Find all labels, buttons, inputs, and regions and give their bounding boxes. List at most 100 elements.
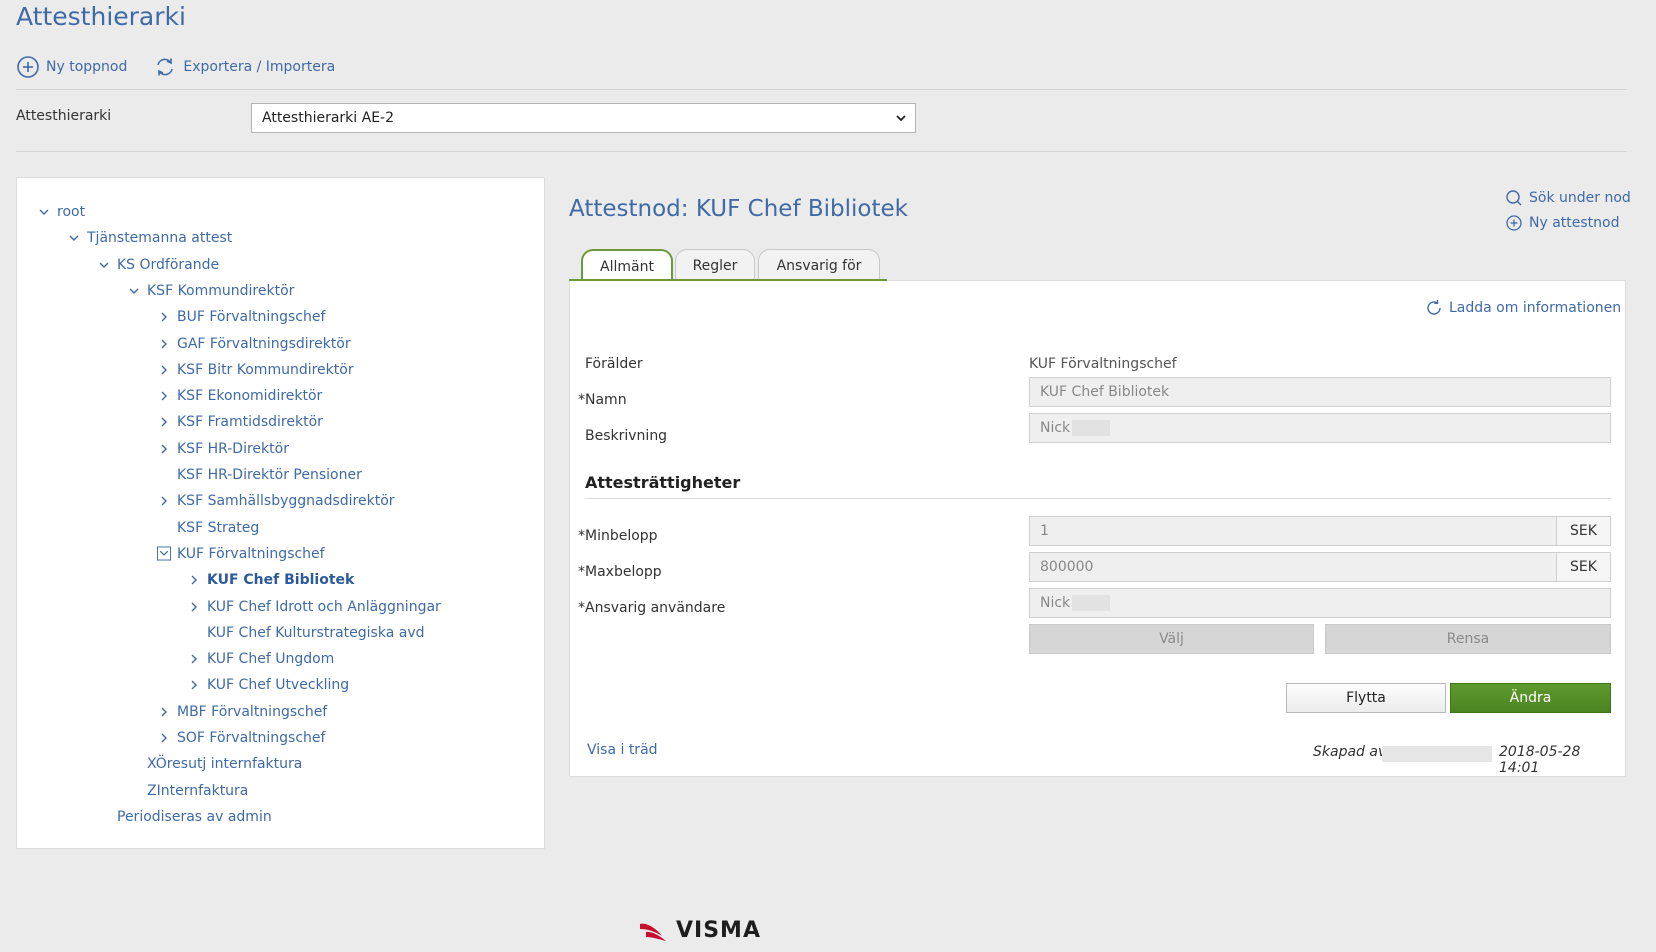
name-field[interactable]: KUF Chef Bibliotek: [1029, 377, 1611, 407]
chevron-right-icon[interactable]: [157, 389, 171, 403]
new-attest-node-link[interactable]: Ny attestnod: [1505, 214, 1620, 232]
chevron-right-icon[interactable]: [187, 652, 201, 666]
tree-node[interactable]: KUF Chef Bibliotek: [187, 570, 354, 590]
tree-node[interactable]: BUF Förvaltningschef: [157, 307, 325, 327]
show-in-tree-link[interactable]: Visa i träd: [587, 742, 658, 758]
tree-node-label: KSF HR-Direktör Pensioner: [177, 467, 362, 483]
max-amount-label: *Maxbelopp: [578, 564, 662, 580]
description-field[interactable]: Nick: [1029, 413, 1611, 443]
move-button[interactable]: Flytta: [1286, 683, 1446, 713]
min-currency-addon: SEK: [1556, 516, 1611, 546]
chevron-down-box-icon[interactable]: [157, 546, 171, 561]
tree-node[interactable]: KSF Bitr Kommundirektör: [157, 360, 354, 380]
tree-node-label: XÖresutj internfaktura: [147, 756, 303, 773]
edit-button[interactable]: Ändra: [1450, 683, 1611, 713]
chevron-down-icon[interactable]: [37, 205, 51, 219]
max-currency-addon: SEK: [1556, 552, 1611, 582]
tree-node[interactable]: KSF Kommundirektör: [127, 281, 294, 301]
parent-label: Förälder: [585, 356, 643, 372]
tree-node[interactable]: KUF Förvaltningschef: [157, 544, 325, 564]
description-field-value: Nick: [1040, 420, 1071, 436]
tree-node[interactable]: KUF Chef Kulturstrategiska avd: [187, 623, 425, 643]
tree-node[interactable]: Tjänstemanna attest: [67, 228, 232, 248]
redacted-text: [1072, 595, 1111, 611]
tree-node[interactable]: KSF Strateg: [157, 518, 259, 538]
responsible-user-value: Nick: [1040, 595, 1071, 611]
parent-value: KUF Förvaltningschef: [1029, 356, 1177, 372]
chevron-right-icon[interactable]: [187, 678, 201, 692]
tree-node[interactable]: KUF Chef Idrott och Anläggningar: [187, 597, 441, 617]
tree-node-label: KSF Strateg: [177, 519, 260, 536]
tree-node[interactable]: KSF Samhällsbyggnadsdirektör: [157, 491, 395, 511]
min-amount-field[interactable]: 1: [1029, 516, 1557, 546]
chevron-down-icon[interactable]: [97, 258, 111, 272]
search-under-node-link[interactable]: Sök under nod: [1505, 189, 1631, 207]
hierarchy-select[interactable]: Attesthierarki AE-2: [251, 103, 916, 133]
tree-node-label: KUF Chef Kulturstrategiska avd: [207, 624, 425, 641]
chevron-right-icon[interactable]: [157, 705, 171, 719]
export-import-button[interactable]: Exportera / Importera: [153, 55, 335, 79]
visma-logo-text: VISMA: [676, 918, 761, 943]
reload-link[interactable]: Ladda om informationen: [1425, 299, 1621, 317]
tree-node-label: Tjänstemanna attest: [87, 230, 233, 247]
toolbar: Ny toppnod Exportera / Importera: [16, 53, 361, 81]
chevron-right-icon[interactable]: [157, 731, 171, 745]
chevron-right-icon[interactable]: [157, 310, 171, 324]
tree-node[interactable]: KS Ordförande: [97, 255, 219, 275]
tab-ansvarig-for[interactable]: Ansvarig för: [758, 249, 880, 282]
chevron-right-icon[interactable]: [157, 363, 171, 377]
tree-node[interactable]: KSF HR-Direktör: [157, 439, 289, 459]
chevron-right-icon[interactable]: [157, 415, 171, 429]
tree-node[interactable]: XÖresutj internfaktura: [127, 754, 302, 774]
tree-node[interactable]: KSF HR-Direktör Pensioner: [157, 465, 362, 485]
tree-node[interactable]: Periodiseras av admin: [97, 807, 272, 827]
min-amount-label: *Minbelopp: [578, 528, 658, 544]
tree-node[interactable]: MBF Förvaltningschef: [157, 702, 327, 722]
tree-node-label: KUF Chef Utveckling: [207, 677, 350, 694]
tree-node-label: KSF Ekonomidirektör: [177, 388, 323, 405]
divider: [16, 89, 1627, 90]
chevron-down-icon[interactable]: [127, 284, 141, 298]
chevron-right-icon[interactable]: [157, 442, 171, 456]
tab-allmant[interactable]: Allmänt: [581, 249, 673, 282]
tree-node[interactable]: SOF Förvaltningschef: [157, 728, 325, 748]
chevron-right-icon[interactable]: [157, 337, 171, 351]
tree-node-label: SOF Förvaltningschef: [177, 730, 326, 746]
detail-title: Attestnod: KUF Chef Bibliotek: [569, 196, 908, 222]
description-label: Beskrivning: [585, 428, 668, 444]
choose-button[interactable]: Välj: [1029, 624, 1314, 654]
tree-node[interactable]: KSF Ekonomidirektör: [157, 386, 322, 406]
new-top-node-button[interactable]: Ny toppnod: [16, 55, 127, 79]
chevron-down-icon[interactable]: [67, 231, 81, 245]
reload-label: Ladda om informationen: [1449, 300, 1622, 316]
tree-node[interactable]: KSF Framtidsdirektör: [157, 412, 323, 432]
tree-node[interactable]: KUF Chef Ungdom: [187, 649, 334, 669]
divider: [16, 151, 1627, 152]
name-label: *Namn: [578, 392, 627, 408]
refresh-icon: [1427, 300, 1441, 315]
tree-node-label: root: [57, 204, 86, 220]
max-amount-field[interactable]: 800000: [1029, 552, 1557, 582]
hierarchy-select-value: Attesthierarki AE-2: [262, 110, 395, 126]
tree-node-label: ZInternfaktura: [147, 782, 249, 799]
tree-node-label: KUF Chef Bibliotek: [207, 572, 355, 589]
new-top-node-label: Ny toppnod: [46, 59, 128, 75]
page-title: Attesthierarki: [16, 2, 186, 31]
clear-button[interactable]: Rensa: [1325, 624, 1611, 654]
tree-node[interactable]: ZInternfaktura: [127, 781, 248, 801]
sync-arrows-icon: [157, 58, 174, 76]
chevron-right-icon[interactable]: [157, 494, 171, 508]
responsible-user-field[interactable]: Nick: [1029, 588, 1611, 618]
tree-node-label: KUF Förvaltningschef: [177, 545, 325, 562]
tree-node[interactable]: root: [37, 202, 85, 222]
tree-node-label: KS Ordförande: [117, 256, 220, 273]
tree-node-label: KSF Framtidsdirektör: [177, 414, 323, 431]
chevron-right-icon[interactable]: [187, 573, 201, 587]
tree-node[interactable]: KUF Chef Utveckling: [187, 675, 349, 695]
tab-regler[interactable]: Regler: [675, 249, 755, 282]
chevron-right-icon[interactable]: [187, 600, 201, 614]
tree-node[interactable]: GAF Förvaltningsdirektör: [157, 334, 351, 354]
